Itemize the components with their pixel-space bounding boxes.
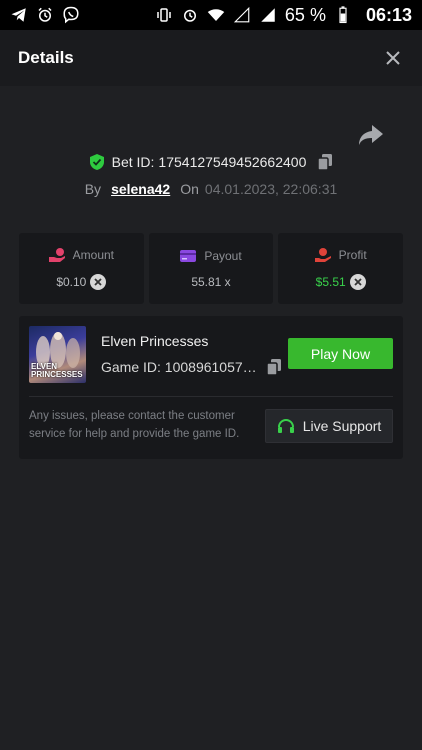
payout-label-row: Payout xyxy=(180,248,242,263)
profit-label-row: Profit xyxy=(314,247,367,262)
profit-label: Profit xyxy=(338,247,367,262)
share-button[interactable] xyxy=(358,124,384,146)
close-icon xyxy=(386,51,400,65)
battery-icon xyxy=(334,6,352,24)
copy-bet-id-button[interactable] xyxy=(318,154,333,170)
by-label: By xyxy=(84,181,102,197)
status-bar-left xyxy=(10,6,80,24)
divider xyxy=(29,396,393,397)
payout-label: Payout xyxy=(204,248,242,263)
share-icon xyxy=(359,125,383,145)
play-now-button[interactable]: Play Now xyxy=(288,338,393,369)
details-header: Details xyxy=(0,30,422,86)
signal-icon xyxy=(259,6,277,24)
alarm-icon xyxy=(181,6,199,24)
bet-datetime: 04.01.2023, 22:06:31 xyxy=(204,181,338,197)
amount-value: $0.10 xyxy=(56,274,87,289)
status-bar-right: 65 % 06:13 xyxy=(155,5,412,26)
profit-card: Profit $5.51 xyxy=(278,233,404,304)
game-id: Game ID: 1008961057… xyxy=(101,359,257,375)
on-label: On xyxy=(180,181,199,197)
game-name: Elven Princesses xyxy=(101,333,209,349)
bet-id-row: Bet ID: 1754127549452662400 xyxy=(0,154,422,170)
currency-icon xyxy=(349,273,366,290)
headphones-icon xyxy=(277,419,294,433)
profit-value: $5.51 xyxy=(315,274,346,289)
payout-card: Payout 55.81 x xyxy=(148,233,274,304)
page-title: Details xyxy=(18,48,74,67)
viber-icon xyxy=(62,6,80,24)
currency-icon xyxy=(90,273,107,290)
coins-hand-icon xyxy=(48,247,65,262)
status-bar: 65 % 06:13 xyxy=(0,0,422,30)
payout-value-row: 55.81 x xyxy=(191,275,230,289)
copy-icon xyxy=(318,154,333,170)
copy-game-id-button[interactable] xyxy=(266,359,281,375)
alarm-clock-icon xyxy=(36,6,54,24)
signal-empty-icon xyxy=(233,6,251,24)
bet-id-label: Bet ID: xyxy=(111,154,155,170)
game-card: ELVEN PRINCESSES Elven Princesses Game I… xyxy=(19,316,403,459)
copy-icon xyxy=(266,359,281,375)
bet-id-value: 1754127549452662400 xyxy=(158,154,307,170)
telegram-icon xyxy=(10,6,28,24)
payout-value: 55.81 x xyxy=(191,274,231,289)
profit-value-row: $5.51 xyxy=(315,273,366,290)
amount-label: Amount xyxy=(72,247,115,262)
live-support-label: Live Support xyxy=(302,418,382,434)
bet-stats: Amount $0.10 Payout 55.81 x Profit $5.51 xyxy=(19,233,404,304)
close-button[interactable] xyxy=(382,47,404,69)
amount-card: Amount $0.10 xyxy=(19,233,144,304)
vibrate-icon xyxy=(155,6,173,24)
bet-owner-row: By selena42 On 04.01.2023, 22:06:31 xyxy=(0,181,422,197)
profit-hand-icon xyxy=(314,247,331,262)
shield-check-icon xyxy=(89,154,104,170)
card-icon xyxy=(180,249,197,262)
username-link[interactable]: selena42 xyxy=(111,181,170,197)
live-support-button[interactable]: Live Support xyxy=(265,409,393,443)
details-content: Bet ID: 1754127549452662400 By selena42 … xyxy=(0,86,422,750)
clock: 06:13 xyxy=(365,4,412,25)
game-thumbnail[interactable]: ELVEN PRINCESSES xyxy=(29,326,86,383)
battery-percentage: 65 % xyxy=(284,4,326,25)
game-thumbnail-title: ELVEN PRINCESSES xyxy=(31,362,83,379)
wifi-icon xyxy=(207,6,225,24)
support-message: Any issues, please contact the customer … xyxy=(29,410,240,440)
amount-label-row: Amount xyxy=(48,247,115,262)
game-id-row: Game ID: 1008961057… xyxy=(101,359,281,375)
amount-value-row: $0.10 xyxy=(56,273,107,290)
